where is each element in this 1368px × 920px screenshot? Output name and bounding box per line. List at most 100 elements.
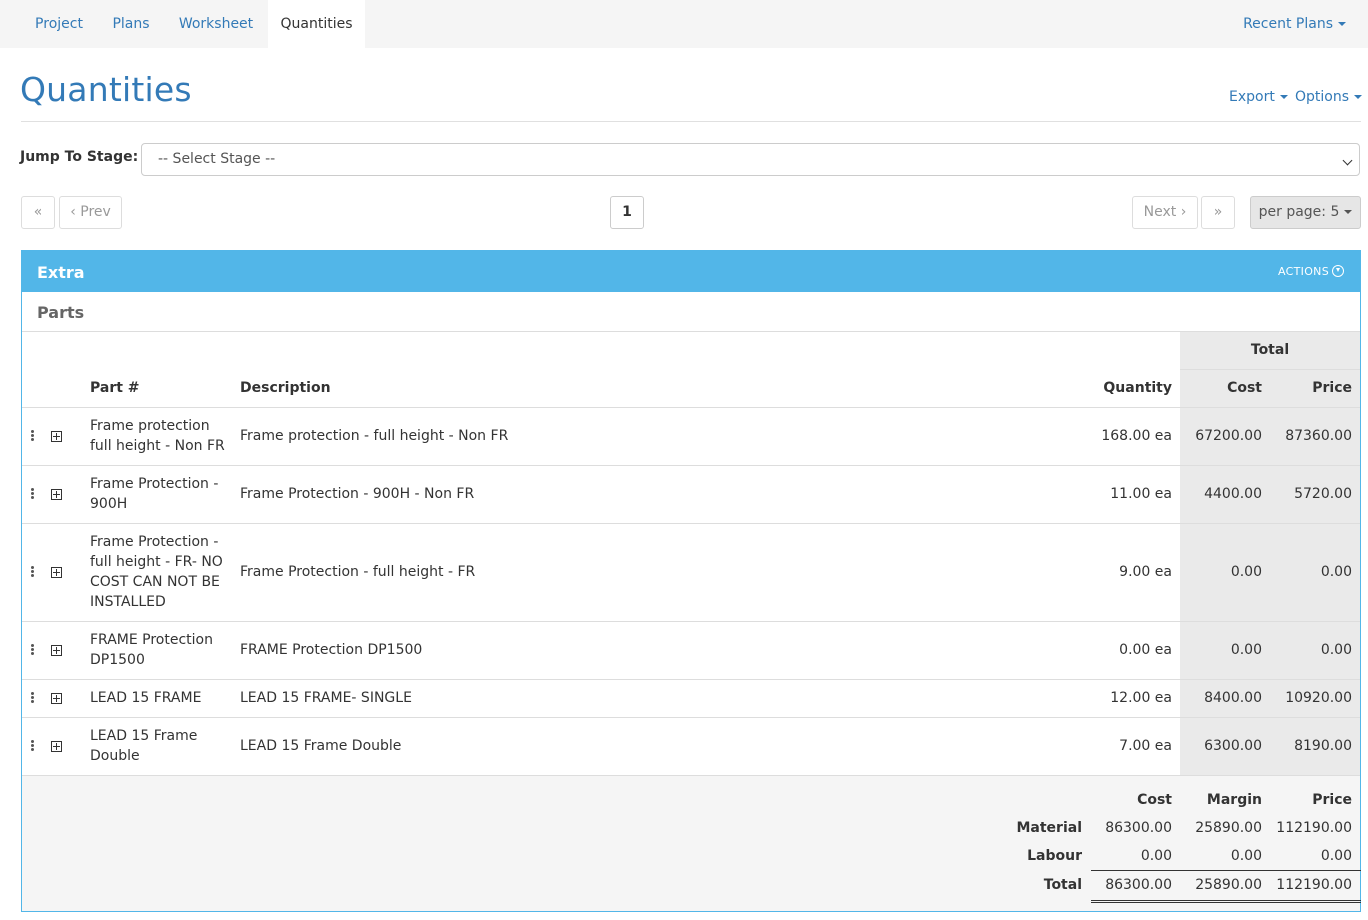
row-price: 8190.00: [1294, 738, 1352, 754]
row-cost: 4400.00: [1204, 486, 1262, 502]
row-cost: 67200.00: [1195, 428, 1262, 444]
panel-title: Extra: [37, 263, 85, 282]
expand-icon[interactable]: [51, 431, 62, 442]
total-price: 112190.00: [1276, 877, 1352, 893]
row-description: FRAME Protection DP1500: [240, 642, 423, 658]
actions-label: ACTIONS: [1278, 265, 1329, 278]
drag-handle-icon[interactable]: [31, 692, 34, 704]
row-description: Frame Protection - full height - FR: [240, 564, 476, 580]
tab-plans[interactable]: Plans: [98, 0, 164, 48]
tab-worksheet[interactable]: Worksheet: [164, 0, 268, 48]
row-description: Frame Protection - 900H - Non FR: [240, 486, 475, 502]
panel-header: Extra ACTIONS: [22, 251, 1360, 292]
options-label: Options: [1295, 89, 1350, 105]
table-row: LEAD 15 Frame Double LEAD 15 Frame Doubl…: [22, 717, 1360, 775]
row-part: LEAD 15 Frame Double: [90, 728, 198, 764]
labour-price: 0.00: [1320, 848, 1352, 864]
options-dropdown[interactable]: Options: [1295, 89, 1363, 105]
row-quantity: 168.00 ea: [1101, 428, 1172, 444]
col-quantity-header: Quantity: [1103, 380, 1172, 396]
export-dropdown[interactable]: Export: [1229, 89, 1288, 105]
recent-plans-dropdown[interactable]: Recent Plans: [1243, 0, 1346, 48]
row-cost: 0.00: [1230, 564, 1262, 580]
col-description-header: Description: [240, 380, 331, 396]
subtotal-rule: [1091, 870, 1361, 871]
top-nav: Project Plans Worksheet Quantities Recen…: [0, 0, 1368, 48]
per-page-label: per page: 5: [1258, 204, 1340, 220]
row-quantity: 11.00 ea: [1110, 486, 1172, 502]
page-1-button[interactable]: 1: [610, 196, 644, 229]
row-price: 0.00: [1320, 642, 1352, 658]
extra-panel: Extra ACTIONS Parts Total Part # Descrip…: [21, 250, 1361, 912]
tab-project[interactable]: Project: [20, 0, 98, 48]
parts-section-header: Parts: [22, 292, 1360, 332]
expand-icon[interactable]: [51, 693, 62, 704]
row-quantity: 7.00 ea: [1119, 738, 1172, 754]
col-price-header: Price: [1312, 380, 1352, 396]
prev-page-button[interactable]: ‹ Prev: [59, 196, 122, 229]
parts-title: Parts: [37, 303, 85, 322]
table-row: Frame protection full height - Non FR Fr…: [22, 407, 1360, 465]
tab-quantities[interactable]: Quantities: [268, 0, 365, 48]
row-price: 10920.00: [1285, 690, 1352, 706]
total-label: Total: [1043, 877, 1082, 893]
row-cost: 6300.00: [1204, 738, 1262, 754]
row-description: Frame protection - full height - Non FR: [240, 428, 509, 444]
actions-button[interactable]: ACTIONS: [1278, 265, 1344, 278]
row-cost: 0.00: [1230, 642, 1262, 658]
row-part: Frame Protection - 900H: [90, 476, 219, 512]
row-part: Frame Protection - full height - FR- NO …: [90, 534, 223, 610]
table-row: FRAME Protection DP1500 FRAME Protection…: [22, 621, 1360, 679]
table-row: Frame Protection - full height - FR- NO …: [22, 523, 1360, 621]
total-margin: 25890.00: [1195, 877, 1262, 893]
total-double-rule: [1091, 900, 1361, 903]
drag-handle-icon[interactable]: [31, 488, 34, 500]
stage-select[interactable]: -- Select Stage --: [141, 143, 1360, 176]
expand-icon[interactable]: [51, 567, 62, 578]
page-title: Quantities: [20, 70, 192, 109]
row-quantity: 12.00 ea: [1110, 690, 1172, 706]
expand-icon[interactable]: [51, 489, 62, 500]
col-cost-header: Cost: [1227, 380, 1262, 396]
last-page-button[interactable]: »: [1201, 196, 1235, 229]
row-price: 5720.00: [1294, 486, 1352, 502]
header-divider: [1180, 369, 1360, 370]
stage-label: Jump To Stage:: [20, 149, 139, 165]
caret-down-icon: [1344, 210, 1353, 214]
expand-icon[interactable]: [51, 645, 62, 656]
labour-label: Labour: [1027, 848, 1082, 864]
table-row: LEAD 15 FRAME LEAD 15 FRAME- SINGLE 12.0…: [22, 679, 1360, 717]
caret-down-icon: [1338, 22, 1346, 26]
caret-down-icon: [1354, 95, 1363, 99]
stage-select-value: -- Select Stage --: [158, 151, 276, 167]
material-margin: 25890.00: [1195, 820, 1262, 836]
drag-handle-icon[interactable]: [31, 740, 34, 752]
first-page-button[interactable]: «: [21, 196, 55, 229]
material-price: 112190.00: [1276, 820, 1352, 836]
summary-margin-header: Margin: [1206, 792, 1262, 808]
row-description: LEAD 15 FRAME- SINGLE: [240, 690, 412, 706]
labour-margin: 0.00: [1230, 848, 1262, 864]
row-part: Frame protection full height - Non FR: [90, 418, 225, 454]
drag-handle-icon[interactable]: [31, 644, 34, 656]
material-cost: 86300.00: [1105, 820, 1172, 836]
caret-down-icon: [1279, 95, 1288, 99]
table-row: Frame Protection - 900H Frame Protection…: [22, 465, 1360, 523]
row-price: 0.00: [1320, 564, 1352, 580]
total-cost: 86300.00: [1105, 877, 1172, 893]
next-page-button[interactable]: Next ›: [1132, 196, 1198, 229]
col-part-header: Part #: [90, 380, 140, 396]
row-description: LEAD 15 Frame Double: [240, 738, 402, 754]
summary-price-header: Price: [1312, 792, 1352, 808]
row-quantity: 0.00 ea: [1119, 642, 1172, 658]
per-page-dropdown[interactable]: per page: 5: [1250, 196, 1361, 229]
recent-plans-label: Recent Plans: [1243, 16, 1333, 32]
row-cost: 8400.00: [1204, 690, 1262, 706]
chevron-down-icon: [1342, 155, 1353, 166]
expand-icon[interactable]: [51, 741, 62, 752]
export-label: Export: [1229, 89, 1275, 105]
total-group-header: Total: [1250, 342, 1290, 358]
drag-handle-icon[interactable]: [31, 566, 34, 578]
drag-handle-icon[interactable]: [31, 430, 34, 442]
row-part: LEAD 15 FRAME: [90, 690, 202, 706]
